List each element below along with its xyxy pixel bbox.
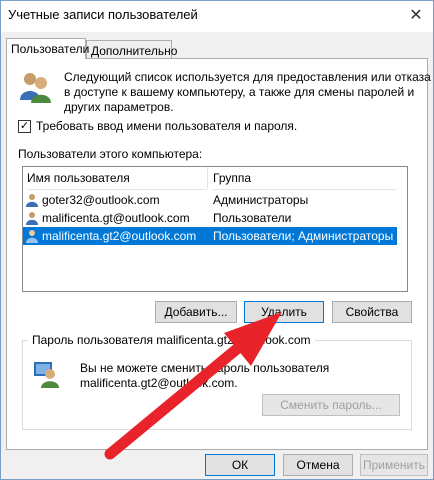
user-group: Пользователи bbox=[213, 211, 292, 225]
user-password-icon bbox=[34, 362, 59, 388]
intro-text-line3: других параметров. bbox=[64, 100, 174, 114]
users-list[interactable]: Имя пользователя Группа goter32@outlook.… bbox=[22, 166, 408, 292]
properties-button[interactable]: Свойства bbox=[332, 301, 412, 323]
user-icon bbox=[26, 230, 38, 243]
column-header-group[interactable]: Группа bbox=[213, 167, 397, 190]
column-divider[interactable] bbox=[207, 167, 208, 189]
window-title: Учетные записи пользователей bbox=[8, 7, 198, 22]
apply-button[interactable]: Применить bbox=[360, 454, 428, 476]
user-icon bbox=[26, 212, 38, 225]
user-name: goter32@outlook.com bbox=[42, 193, 160, 207]
user-name: malificenta.gt@outlook.com bbox=[42, 211, 190, 225]
require-login-checkbox[interactable]: ✓ bbox=[18, 120, 31, 133]
column-header-username[interactable]: Имя пользователя bbox=[27, 167, 207, 190]
table-row-selected[interactable]: malificenta.gt2@outlook.com Пользователи… bbox=[23, 227, 397, 245]
user-group: Администраторы bbox=[213, 193, 309, 207]
users-list-label: Пользователи этого компьютера: bbox=[18, 147, 203, 161]
table-row[interactable]: malificenta.gt@outlook.com Пользователи bbox=[23, 209, 397, 227]
ok-button[interactable]: ОК bbox=[205, 454, 275, 476]
require-login-label[interactable]: Требовать ввод имени пользователя и паро… bbox=[36, 119, 297, 133]
password-message-line1: Вы не можете сменить пароль пользователя bbox=[80, 361, 330, 375]
user-name: malificenta.gt2@outlook.com bbox=[42, 229, 197, 243]
close-icon[interactable]: ✕ bbox=[400, 1, 432, 31]
remove-user-button[interactable]: Удалить bbox=[244, 301, 324, 323]
cancel-button[interactable]: Отмена bbox=[283, 454, 353, 476]
add-user-button[interactable]: Добавить... bbox=[155, 301, 237, 323]
table-row[interactable]: goter32@outlook.com Администраторы bbox=[23, 191, 397, 209]
tab-users[interactable]: Пользователи bbox=[6, 38, 89, 59]
password-group-legend: Пароль пользователя malificenta.gt2@outl… bbox=[28, 333, 315, 347]
user-icon bbox=[26, 194, 38, 207]
users-group-icon bbox=[20, 73, 51, 103]
tab-advanced[interactable]: Дополнительно bbox=[86, 40, 177, 60]
change-password-button[interactable]: Сменить пароль... bbox=[262, 394, 400, 416]
intro-text-line2: в доступе к вашему компьютеру, а также д… bbox=[64, 85, 415, 99]
intro-text-line1: Следующий список используется для предос… bbox=[64, 70, 431, 84]
password-message-line2: malificenta.gt2@outlook.com. bbox=[80, 376, 238, 390]
user-group: Пользователи; Администраторы bbox=[213, 229, 394, 243]
